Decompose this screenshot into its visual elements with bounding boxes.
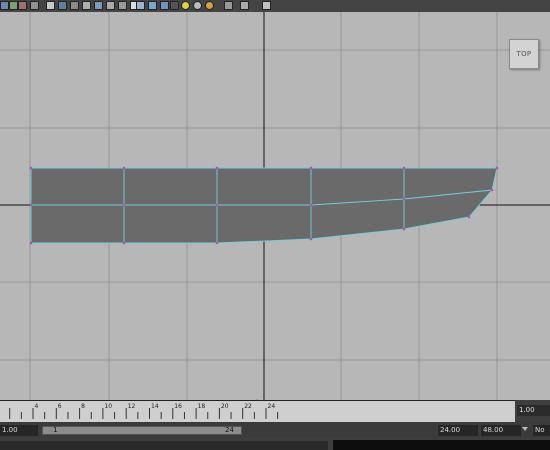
- grid-icon[interactable]: [58, 1, 67, 10]
- mesh-vertex[interactable]: [29, 241, 33, 245]
- command-line-input[interactable]: [0, 441, 328, 450]
- wire-icon[interactable]: [30, 1, 39, 10]
- range-slider-end-label: 24: [225, 426, 234, 434]
- command-line-output: [333, 440, 550, 450]
- paint-icon[interactable]: [18, 1, 27, 10]
- mesh-vertex[interactable]: [402, 166, 406, 170]
- mesh-vertex[interactable]: [309, 203, 313, 207]
- view-cube[interactable]: TOP: [509, 39, 539, 69]
- mesh-vertex[interactable]: [29, 203, 33, 207]
- playback-end-field[interactable]: 48.00: [481, 425, 521, 436]
- mesh-vertex[interactable]: [309, 237, 313, 241]
- shadow-icon[interactable]: [205, 1, 214, 10]
- timeline-tick-label: 18: [198, 403, 206, 410]
- lasso-icon[interactable]: [9, 1, 18, 10]
- mesh-vertex[interactable]: [495, 166, 499, 170]
- chevron-down-icon[interactable]: [522, 427, 528, 431]
- checker-icon[interactable]: [170, 1, 179, 10]
- timeline-tick-label: 12: [128, 403, 136, 410]
- xray-icon[interactable]: [240, 1, 249, 10]
- sphere-icon[interactable]: [193, 1, 202, 10]
- current-frame-field[interactable]: 1.00: [517, 405, 550, 416]
- timeline-tick-label: 14: [151, 403, 159, 410]
- shaded-cube-icon[interactable]: [148, 1, 157, 10]
- film-icon[interactable]: [70, 1, 79, 10]
- mesh-vertex[interactable]: [467, 215, 471, 219]
- timeline-tick-label: 4: [35, 403, 39, 410]
- mesh-vertex[interactable]: [122, 203, 126, 207]
- timeline-tick-label: 16: [174, 403, 182, 410]
- timeline-tick-label: 10: [104, 403, 112, 410]
- end-time-field[interactable]: 24.00: [438, 425, 478, 436]
- joint-icon[interactable]: [262, 1, 271, 10]
- range-slider[interactable]: 1 24: [42, 426, 242, 435]
- light-icon[interactable]: [181, 1, 190, 10]
- render-icon[interactable]: [82, 1, 91, 10]
- mesh-vertex[interactable]: [402, 227, 406, 231]
- mesh-vertex[interactable]: [29, 166, 33, 170]
- timeline-tick-label: 8: [81, 403, 85, 410]
- mesh-face[interactable]: [31, 168, 497, 243]
- time-slider[interactable]: 4 6 8 10 12 14 16 18 20 22 24: [0, 400, 515, 423]
- wireframe-cube-icon[interactable]: [136, 1, 145, 10]
- mesh-vertex[interactable]: [215, 166, 219, 170]
- mesh-vertex[interactable]: [215, 203, 219, 207]
- camera-icon[interactable]: [94, 1, 103, 10]
- mesh-vertex[interactable]: [215, 241, 219, 245]
- mesh-vertex[interactable]: [122, 166, 126, 170]
- isolate-icon[interactable]: [224, 1, 233, 10]
- mesh-vertex[interactable]: [402, 197, 406, 201]
- mesh-vertex[interactable]: [122, 241, 126, 245]
- time-slider-ruler: 4 6 8 10 12 14 16 18 20 22 24: [9, 403, 279, 419]
- viewport-top[interactable]: TOP top: [0, 12, 550, 400]
- timeline-tick-label: 6: [58, 403, 62, 410]
- mesh-vertex[interactable]: [309, 166, 313, 170]
- anim-layer-field[interactable]: No An: [533, 425, 550, 445]
- resolution-icon[interactable]: [118, 1, 127, 10]
- mesh-vertex[interactable]: [490, 188, 494, 192]
- timeline-tick-label: 22: [244, 403, 252, 410]
- textured-cube-icon[interactable]: [160, 1, 169, 10]
- menu-icon[interactable]: [46, 1, 55, 10]
- viewport-canvas[interactable]: [0, 12, 550, 400]
- start-time-field[interactable]: 1.00: [0, 425, 38, 436]
- image-icon[interactable]: [106, 1, 115, 10]
- range-slider-start-label: 1: [53, 426, 58, 434]
- timeline-tick-label: 20: [221, 403, 229, 410]
- select-icon[interactable]: [0, 1, 9, 10]
- timeline-tick-label: 24: [268, 403, 276, 410]
